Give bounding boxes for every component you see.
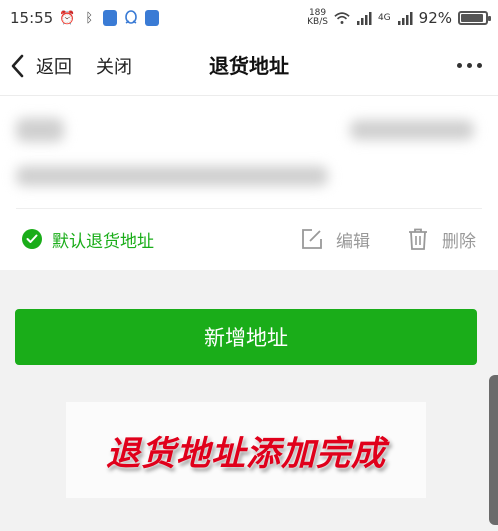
app-notification-icon [103, 10, 118, 26]
battery-fill [461, 14, 484, 22]
trash-icon [409, 228, 427, 250]
nav-bar: 返回 关闭 退货地址 [0, 36, 498, 96]
edit-icon [302, 229, 322, 249]
network-type-label: 4G [377, 13, 391, 23]
back-button[interactable]: 返回 [8, 53, 72, 79]
signal-icon-2 [397, 10, 413, 26]
back-arrow-icon [11, 54, 24, 77]
default-address-toggle[interactable]: 默认退货地址 [22, 227, 154, 252]
battery-icon [458, 11, 491, 25]
edit-label: 编辑 [336, 231, 370, 252]
status-right: 189 KB/S 4G 92% [307, 9, 491, 27]
alarm-icon: ⏰ [59, 10, 76, 26]
add-address-button[interactable]: 新增地址 [15, 309, 477, 365]
recipient-address-blurred [16, 166, 328, 186]
wifi-icon [334, 10, 350, 26]
check-circle-icon [22, 229, 42, 249]
close-button[interactable]: 关闭 [96, 53, 132, 79]
card-actions: 默认退货地址 编辑 删除 [0, 212, 498, 266]
edit-button[interactable]: 编辑 [300, 227, 370, 252]
security-shield-icon [145, 10, 160, 26]
delete-button[interactable]: 删除 [406, 227, 476, 252]
address-card[interactable]: 默认退货地址 编辑 删除 [0, 96, 498, 270]
more-dots-icon[interactable] [457, 63, 482, 68]
status-bar: 15:55 ⏰ ᛒ 189 KB/S 4G 92% [0, 0, 498, 36]
side-scroll-handle[interactable] [489, 375, 498, 525]
banner-text: 退货地址添加完成 [106, 433, 386, 474]
battery-percent: 92% [418, 9, 452, 27]
back-label: 返回 [36, 56, 72, 78]
bluetooth-icon: ᛒ [85, 10, 94, 26]
status-left: 15:55 ⏰ ᛒ [10, 9, 160, 27]
card-divider [16, 208, 482, 209]
signal-icon [356, 10, 372, 26]
recipient-name-blurred [16, 118, 64, 142]
page-title: 退货地址 [209, 54, 289, 78]
caption-banner: 退货地址添加完成 [66, 402, 426, 498]
default-address-label: 默认退货地址 [52, 231, 154, 252]
delete-label: 删除 [442, 231, 476, 252]
net-speed-unit: KB/S [307, 17, 328, 27]
status-time: 15:55 [10, 9, 54, 27]
net-speed: 189 KB/S [307, 9, 328, 27]
qq-icon [123, 10, 139, 26]
recipient-phone-blurred [350, 120, 474, 140]
